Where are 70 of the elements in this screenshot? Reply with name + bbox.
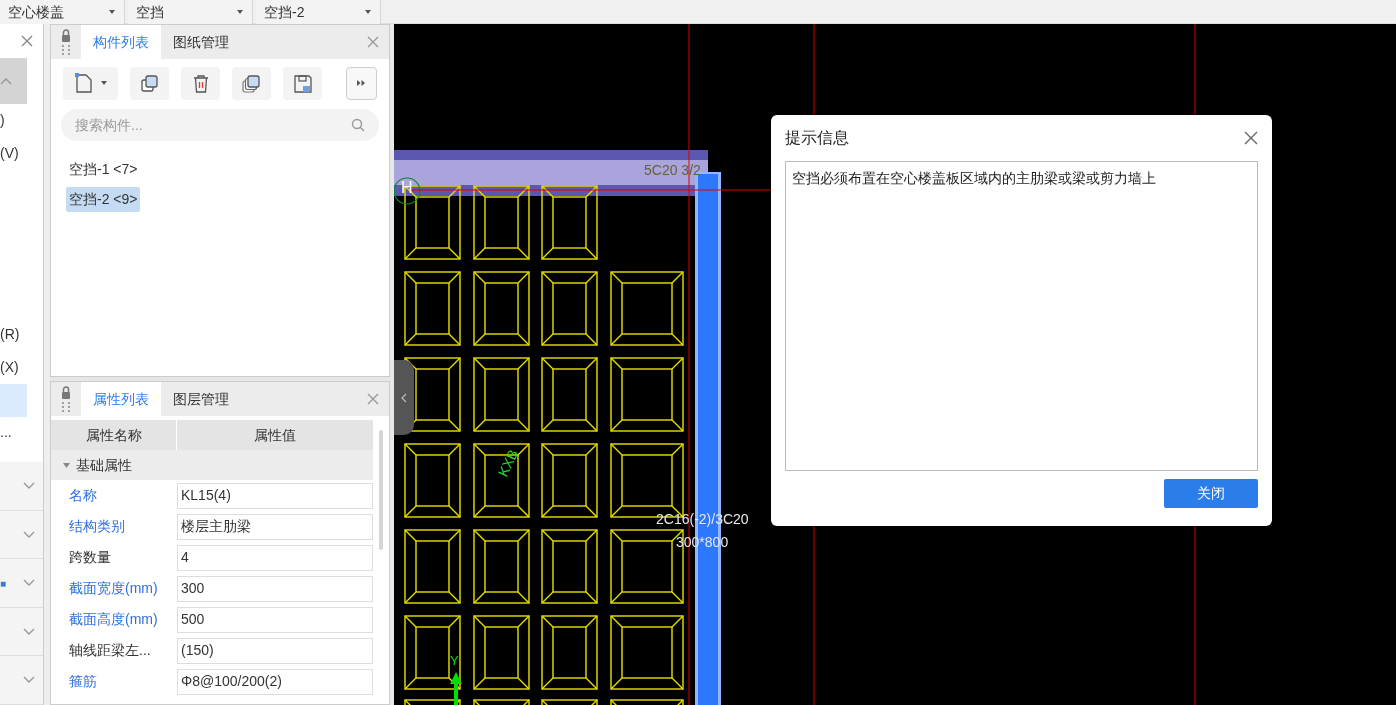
collapse-handle[interactable]: [394, 360, 414, 435]
accordion-header[interactable]: [0, 656, 43, 705]
panel-tab[interactable]: 属性列表: [81, 382, 161, 416]
accordion-header[interactable]: [0, 607, 43, 657]
search-icon: [351, 118, 365, 132]
dropdown[interactable]: 空挡-2: [256, 0, 381, 24]
double-arrow-icon: [356, 79, 367, 87]
chevron-down-icon: [23, 627, 35, 636]
chevron-down-icon: [23, 530, 35, 539]
toolbar-button[interactable]: [282, 66, 322, 100]
accordion-header[interactable]: [0, 462, 43, 511]
dialog-title: 提示信息: [785, 128, 849, 148]
layers-copy-icon: [240, 72, 263, 94]
panel-tab[interactable]: 图纸管理: [161, 25, 241, 59]
toolbar-button[interactable]: [129, 66, 169, 100]
dropdown[interactable]: 空心楼盖: [0, 0, 125, 24]
property-name: 箍筋: [68, 672, 98, 691]
lock-icon: [61, 29, 71, 55]
caret-icon: [364, 9, 372, 15]
new-file-icon: [72, 72, 95, 94]
panel-tab[interactable]: 图层管理: [161, 382, 241, 416]
close-icon[interactable]: [1244, 131, 1258, 145]
chevron-down-icon: [23, 482, 35, 491]
section-label: 300*800: [676, 535, 729, 549]
tree-group[interactable]: [0, 57, 27, 105]
message-box: 空挡必须布置在空心楼盖板区域内的主肋梁或梁或剪力墙上: [785, 161, 1258, 471]
caret-icon: [108, 9, 116, 15]
property-value-field[interactable]: 500: [177, 606, 373, 633]
property-value-field[interactable]: Φ8@100/200(2): [177, 668, 373, 695]
close-icon[interactable]: [367, 36, 379, 48]
save-icon: [291, 72, 314, 94]
lock-icon: [61, 386, 71, 412]
component-item[interactable]: 空挡-2 <9>: [66, 187, 141, 212]
property-value-field[interactable]: 楼层主肋梁: [177, 513, 373, 540]
group-row[interactable]: 基础属性: [51, 450, 373, 480]
dropdown[interactable]: 空挡: [128, 0, 253, 24]
property-value-field[interactable]: (150): [177, 637, 373, 664]
close-icon[interactable]: [367, 393, 379, 405]
property-value-field[interactable]: KL15(4): [177, 482, 373, 509]
caret-icon: [236, 9, 244, 15]
more-button[interactable]: [345, 66, 378, 100]
close-button[interactable]: 关闭: [1164, 479, 1258, 508]
toolbar-button[interactable]: [180, 66, 220, 100]
property-name: 截面宽度(mm): [68, 579, 159, 598]
chevron-up-icon: [0, 76, 12, 85]
chevron-down-icon: [23, 676, 35, 685]
scrollbar-thumb[interactable]: [379, 430, 383, 550]
chevron-left-icon: [401, 392, 407, 403]
toolbar-button[interactable]: [63, 66, 118, 100]
accordion-header[interactable]: ■: [0, 559, 43, 608]
search-field[interactable]: 搜索构件...: [61, 109, 379, 141]
panel-tab[interactable]: 构件列表: [81, 25, 161, 59]
axis-label: Y: [450, 654, 459, 667]
tree-item[interactable]: [0, 383, 27, 417]
chevron-down-icon: [23, 579, 35, 588]
caret-icon: [100, 80, 109, 86]
property-name: 跨数量: [68, 548, 112, 567]
property-value-field[interactable]: 300: [177, 575, 373, 602]
property-name: 名称: [68, 486, 98, 505]
accordion-header[interactable]: [0, 510, 43, 560]
slab-label: KXB: [495, 447, 521, 479]
property-name: 截面高度(mm): [68, 610, 159, 629]
toolbar-button[interactable]: [231, 66, 271, 100]
property-name: 结构类别: [68, 517, 126, 536]
close-icon: [21, 34, 33, 47]
triangle-down-icon: [63, 462, 70, 468]
property-name: 轴线距梁左...: [68, 641, 152, 660]
property-value-field[interactable]: 4: [177, 544, 373, 571]
marker-label: H: [401, 180, 413, 196]
copy-icon: [138, 72, 161, 94]
